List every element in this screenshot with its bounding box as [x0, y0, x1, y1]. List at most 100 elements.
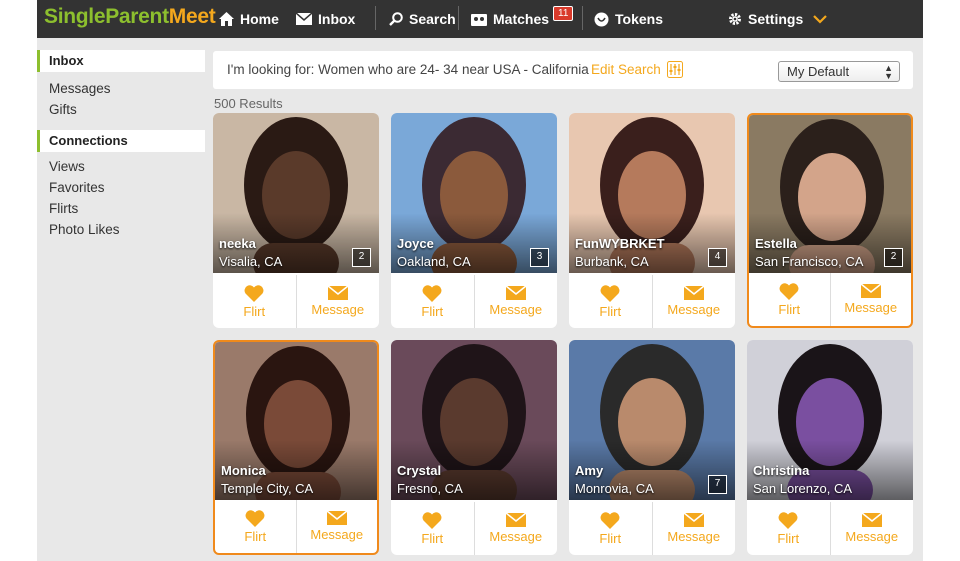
- message-button[interactable]: Message: [829, 273, 912, 326]
- flirt-button[interactable]: Flirt: [213, 275, 296, 328]
- profile-name[interactable]: Amy: [575, 463, 603, 478]
- nav-settings[interactable]: Settings: [728, 0, 833, 38]
- message-label: Message: [845, 529, 899, 544]
- chevron-down-icon: [813, 14, 828, 24]
- message-button[interactable]: Message: [473, 502, 558, 555]
- profile-actions: Flirt Message: [215, 500, 377, 553]
- envelope-icon: [327, 286, 348, 300]
- profile-location: Burbank, CA: [575, 254, 649, 269]
- message-label: Message: [667, 302, 721, 317]
- sidebar-item-messages[interactable]: Messages: [37, 78, 205, 99]
- profile-name[interactable]: Monica: [221, 463, 266, 478]
- heart-icon: [422, 284, 442, 302]
- sidebar-heading-connections[interactable]: Connections: [37, 130, 205, 152]
- nav-tokens[interactable]: Tokens: [594, 0, 663, 38]
- flirt-button[interactable]: Flirt: [391, 275, 474, 328]
- profile-actions: Flirt Message: [749, 273, 911, 326]
- profile-photo[interactable]: Joyce Oakland, CA 3: [391, 113, 557, 273]
- flirt-button[interactable]: Flirt: [569, 502, 652, 555]
- sort-select[interactable]: My Default ▲ ▼: [778, 61, 900, 82]
- flirt-label: Flirt: [244, 528, 267, 544]
- message-label: Message: [667, 529, 721, 544]
- nav-search-label: Search: [409, 11, 456, 27]
- heart-icon: [600, 511, 620, 529]
- message-label: Message: [489, 529, 543, 544]
- profile-name[interactable]: FunWYBRKET: [575, 236, 665, 251]
- profile-card[interactable]: neeka Visalia, CA 2 Flirt Message: [213, 113, 379, 328]
- sidebar-heading-inbox[interactable]: Inbox: [37, 50, 205, 72]
- message-button[interactable]: Message: [829, 502, 914, 555]
- profile-card[interactable]: Christina San Lorenzo, CA Flirt Message: [747, 340, 913, 555]
- sidebar-item-flirts[interactable]: Flirts: [37, 198, 205, 219]
- profile-actions: Flirt Message: [391, 502, 557, 555]
- sidebar-item-gifts[interactable]: Gifts: [37, 99, 205, 120]
- profile-photo[interactable]: neeka Visalia, CA 2: [213, 113, 379, 273]
- photo-count-badge[interactable]: 7: [708, 475, 727, 494]
- message-button[interactable]: Message: [651, 275, 736, 328]
- message-button[interactable]: Message: [473, 275, 558, 328]
- top-nav-bar: SingleParentMeet Home Inbox Search Match…: [37, 0, 923, 38]
- profile-name[interactable]: Christina: [753, 463, 809, 478]
- profile-name[interactable]: Crystal: [397, 463, 441, 478]
- profile-card[interactable]: Estella San Francisco, CA 2 Flirt Messag…: [747, 113, 913, 328]
- profile-photo[interactable]: Christina San Lorenzo, CA: [747, 340, 913, 500]
- profile-name[interactable]: Estella: [755, 236, 797, 251]
- profile-location: San Francisco, CA: [755, 254, 864, 269]
- profile-photo[interactable]: Amy Monrovia, CA 7: [569, 340, 735, 500]
- sidebar-item-favorites[interactable]: Favorites: [37, 177, 205, 198]
- search-icon: [389, 12, 403, 26]
- profile-photo[interactable]: Monica Temple City, CA: [215, 342, 377, 500]
- photo-count-badge[interactable]: 4: [708, 248, 727, 267]
- profile-name[interactable]: neeka: [219, 236, 256, 251]
- photo-count-badge[interactable]: 3: [530, 248, 549, 267]
- profile-location: San Lorenzo, CA: [753, 481, 853, 496]
- envelope-icon: [683, 286, 704, 300]
- profile-card[interactable]: Monica Temple City, CA Flirt Message: [213, 340, 379, 555]
- photo-count-badge[interactable]: 2: [352, 248, 371, 267]
- profile-photo[interactable]: Crystal Fresno, CA: [391, 340, 557, 500]
- envelope-icon: [326, 511, 347, 525]
- photo-count-badge[interactable]: 2: [884, 248, 903, 267]
- message-button[interactable]: Message: [651, 502, 736, 555]
- select-arrows-icon: ▲ ▼: [884, 63, 893, 81]
- matches-icon: [471, 13, 487, 26]
- nav-search[interactable]: Search: [389, 0, 456, 38]
- sidebar-item-photo-likes[interactable]: Photo Likes: [37, 219, 205, 240]
- profile-card[interactable]: FunWYBRKET Burbank, CA 4 Flirt Message: [569, 113, 735, 328]
- nav-inbox[interactable]: Inbox: [296, 0, 355, 38]
- nav-home[interactable]: Home: [219, 0, 279, 38]
- sidebar: Inbox Messages Gifts Connections Views F…: [37, 50, 205, 240]
- flirt-button[interactable]: Flirt: [391, 502, 474, 555]
- edit-search-link[interactable]: Edit Search: [591, 61, 683, 78]
- nav-divider: [458, 6, 459, 30]
- profile-photo[interactable]: FunWYBRKET Burbank, CA 4: [569, 113, 735, 273]
- profile-name[interactable]: Joyce: [397, 236, 434, 251]
- flirt-button[interactable]: Flirt: [215, 500, 296, 553]
- message-button[interactable]: Message: [295, 275, 380, 328]
- nav-matches[interactable]: Matches 11: [471, 0, 574, 38]
- flirt-button[interactable]: Flirt: [747, 502, 830, 555]
- sidebar-item-views[interactable]: Views: [37, 156, 205, 177]
- envelope-icon: [683, 513, 704, 527]
- envelope-icon: [505, 513, 526, 527]
- brand-logo[interactable]: SingleParentMeet: [44, 5, 216, 29]
- nav-tokens-label: Tokens: [615, 11, 663, 27]
- flirt-button[interactable]: Flirt: [569, 275, 652, 328]
- logo-text-parent: Parent: [105, 5, 169, 28]
- flirt-button[interactable]: Flirt: [749, 273, 830, 326]
- flirt-label: Flirt: [777, 530, 800, 546]
- profile-location: Monrovia, CA: [575, 481, 654, 496]
- nav-inbox-label: Inbox: [318, 11, 356, 27]
- profile-card[interactable]: Crystal Fresno, CA Flirt Message: [391, 340, 557, 555]
- message-label: Message: [311, 302, 365, 317]
- profile-card[interactable]: Amy Monrovia, CA 7 Flirt Message: [569, 340, 735, 555]
- profile-location: Oakland, CA: [397, 254, 471, 269]
- envelope-icon: [860, 284, 881, 298]
- home-icon: [219, 12, 234, 26]
- profile-card[interactable]: Joyce Oakland, CA 3 Flirt Message: [391, 113, 557, 328]
- nav-divider: [582, 6, 583, 30]
- matches-count-badge: 11: [553, 5, 574, 21]
- nav-divider: [375, 6, 376, 30]
- message-button[interactable]: Message: [295, 500, 378, 553]
- profile-photo[interactable]: Estella San Francisco, CA 2: [749, 115, 911, 273]
